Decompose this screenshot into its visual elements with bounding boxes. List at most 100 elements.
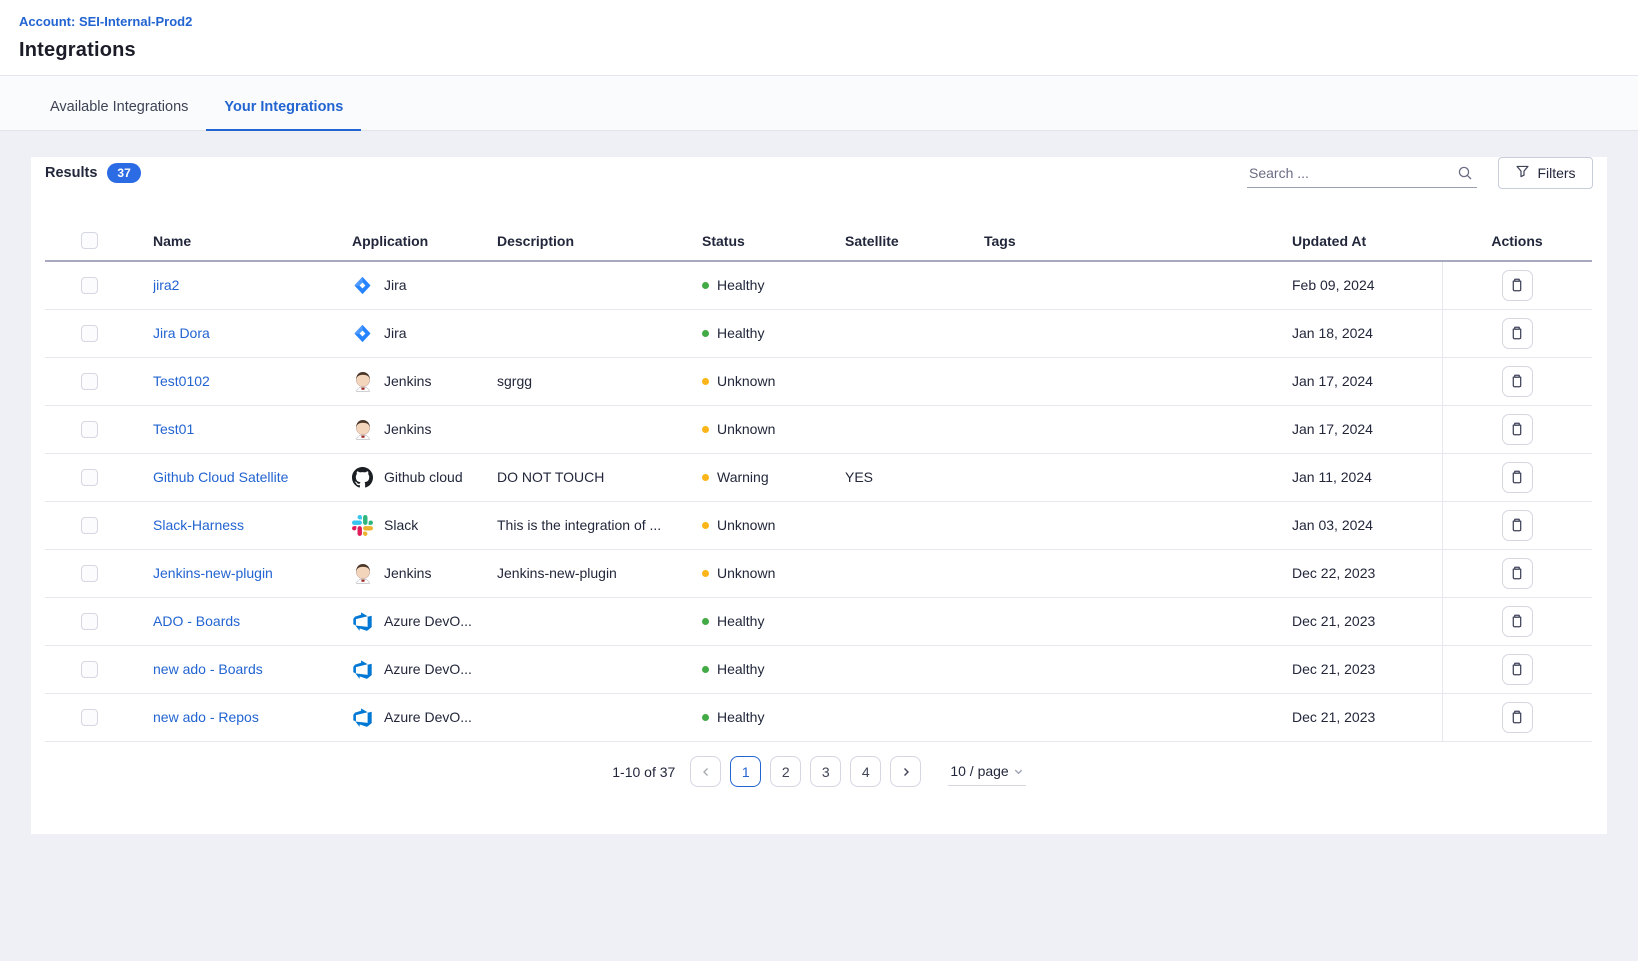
tags-cell: [984, 693, 1292, 741]
updated-at-cell: Feb 09, 2024: [1292, 261, 1442, 309]
delete-integration-button[interactable]: [1502, 510, 1533, 541]
column-header-actions: Actions: [1442, 221, 1592, 261]
updated-at-cell: Dec 21, 2023: [1292, 693, 1442, 741]
table-row: ADO - Boards Azure DevO... Healthy Dec 2…: [45, 597, 1592, 645]
delete-integration-button[interactable]: [1502, 318, 1533, 349]
jenkins-icon: [352, 370, 373, 392]
integration-name-link[interactable]: Jira Dora: [153, 325, 210, 341]
integration-name-link[interactable]: new ado - Boards: [153, 661, 263, 677]
previous-page-button[interactable]: [690, 756, 721, 787]
integration-name-link[interactable]: jira2: [153, 277, 179, 293]
status-dot-icon: [702, 570, 709, 577]
status-dot-icon: [702, 474, 709, 481]
row-checkbox[interactable]: [81, 325, 98, 342]
table-row: jira2 Jira Healthy Feb 09, 2024: [45, 261, 1592, 309]
delete-integration-button[interactable]: [1502, 270, 1533, 301]
delete-integration-button[interactable]: [1502, 366, 1533, 397]
description-cell: This is the integration of ...: [497, 501, 702, 549]
next-page-button[interactable]: [890, 756, 921, 787]
row-checkbox[interactable]: [81, 565, 98, 582]
integrations-card: Results 37 Filters Name: [31, 157, 1607, 834]
satellite-cell: [845, 405, 984, 453]
status-label: Unknown: [717, 517, 775, 533]
page-header: Account: SEI-Internal-Prod2 Integrations: [0, 0, 1638, 76]
row-checkbox[interactable]: [81, 469, 98, 486]
integration-name-link[interactable]: new ado - Repos: [153, 709, 259, 725]
application-label: Jenkins: [384, 373, 431, 389]
status-label: Unknown: [717, 565, 775, 581]
tags-cell: [984, 453, 1292, 501]
filters-button[interactable]: Filters: [1498, 157, 1593, 189]
tab-your-integrations[interactable]: Your Integrations: [206, 99, 361, 131]
page-button-1[interactable]: 1: [730, 756, 761, 787]
application-label: Azure DevO...: [384, 613, 472, 629]
satellite-cell: [845, 261, 984, 309]
description-cell: [497, 405, 702, 453]
description-cell: Jenkins-new-plugin: [497, 549, 702, 597]
status-dot-icon: [702, 378, 709, 385]
delete-integration-button[interactable]: [1502, 606, 1533, 637]
integration-name-link[interactable]: Github Cloud Satellite: [153, 469, 288, 485]
integration-name-link[interactable]: Jenkins-new-plugin: [153, 565, 273, 581]
satellite-cell: [845, 357, 984, 405]
select-all-checkbox[interactable]: [81, 232, 98, 249]
application-label: Azure DevO...: [384, 661, 472, 677]
description-cell: [497, 693, 702, 741]
description-cell: [497, 309, 702, 357]
chevron-down-icon: [1013, 766, 1024, 777]
delete-integration-button[interactable]: [1502, 558, 1533, 589]
updated-at-cell: Jan 17, 2024: [1292, 405, 1442, 453]
column-header-application: Application: [352, 221, 497, 261]
description-cell: [497, 597, 702, 645]
delete-integration-button[interactable]: [1502, 462, 1533, 493]
status-dot-icon: [702, 282, 709, 289]
page-size-select[interactable]: 10 / page: [948, 757, 1025, 786]
filter-funnel-icon: [1515, 164, 1530, 182]
delete-integration-button[interactable]: [1502, 702, 1533, 733]
page-button-3[interactable]: 3: [810, 756, 841, 787]
integration-name-link[interactable]: Test01: [153, 421, 194, 437]
page-button-2[interactable]: 2: [770, 756, 801, 787]
satellite-cell: [845, 549, 984, 597]
delete-integration-button[interactable]: [1502, 654, 1533, 685]
search-input[interactable]: [1247, 159, 1477, 188]
azure-devops-icon: [352, 706, 373, 728]
tags-cell: [984, 309, 1292, 357]
table-row: Jira Dora Jira Healthy Jan 18, 2024: [45, 309, 1592, 357]
page-button-4[interactable]: 4: [850, 756, 881, 787]
page-title: Integrations: [19, 39, 1619, 62]
tab-available-integrations[interactable]: Available Integrations: [32, 99, 206, 131]
row-checkbox[interactable]: [81, 661, 98, 678]
row-checkbox[interactable]: [81, 709, 98, 726]
status-dot-icon: [702, 714, 709, 721]
status-dot-icon: [702, 426, 709, 433]
integration-name-link[interactable]: Test0102: [153, 373, 210, 389]
status-label: Healthy: [717, 325, 764, 341]
column-header-status: Status: [702, 221, 845, 261]
satellite-cell: YES: [845, 453, 984, 501]
search-box: [1247, 159, 1477, 188]
row-checkbox[interactable]: [81, 421, 98, 438]
integration-name-link[interactable]: Slack-Harness: [153, 517, 244, 533]
toolbar: Results 37 Filters: [45, 157, 1593, 189]
integration-name-link[interactable]: ADO - Boards: [153, 613, 240, 629]
satellite-cell: [845, 501, 984, 549]
column-header-name: Name: [153, 221, 352, 261]
table-row: Github Cloud Satellite Github cloud DO N…: [45, 453, 1592, 501]
delete-integration-button[interactable]: [1502, 414, 1533, 445]
row-checkbox[interactable]: [81, 373, 98, 390]
application-label: Jenkins: [384, 565, 431, 581]
updated-at-cell: Jan 11, 2024: [1292, 453, 1442, 501]
column-header-description: Description: [497, 221, 702, 261]
row-checkbox[interactable]: [81, 517, 98, 534]
updated-at-cell: Jan 03, 2024: [1292, 501, 1442, 549]
column-header-updated-at: Updated At: [1292, 221, 1442, 261]
status-label: Healthy: [717, 277, 764, 293]
satellite-cell: [845, 309, 984, 357]
row-checkbox[interactable]: [81, 277, 98, 294]
row-checkbox[interactable]: [81, 613, 98, 630]
account-breadcrumb-link[interactable]: Account: SEI-Internal-Prod2: [19, 14, 192, 29]
chevron-left-icon: [700, 766, 712, 778]
trash-icon: [1509, 661, 1525, 677]
results-label: Results: [45, 165, 97, 181]
